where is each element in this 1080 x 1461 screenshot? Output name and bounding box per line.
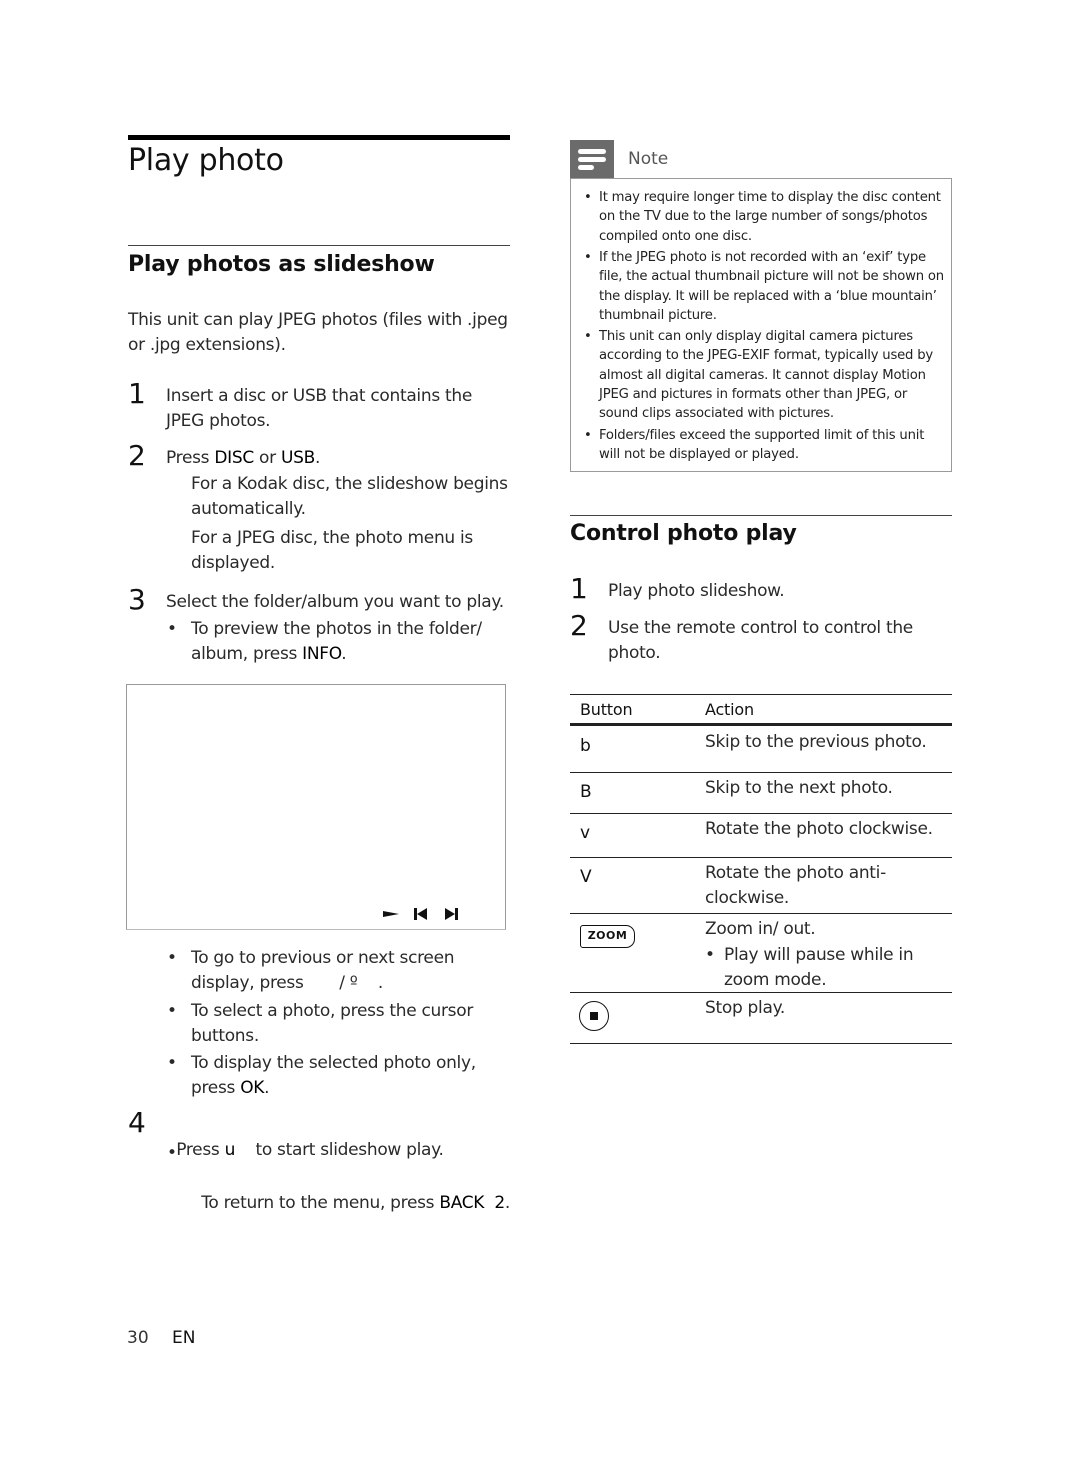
bullet-dot: • — [167, 1001, 177, 1021]
bullet-item: • To go to previous or next screen displ… — [167, 948, 460, 993]
page-title: Play photo — [128, 143, 284, 178]
disc-key: DISC — [214, 448, 254, 468]
note-item: • If the JPEG photo is not recorded with … — [584, 250, 944, 323]
action-bullet: • Play will pause while in zoom mode. — [705, 945, 914, 990]
table-header-action: Action — [705, 700, 754, 719]
action-text: Skip to the next photo. — [705, 778, 893, 798]
note-label: Note — [628, 149, 669, 169]
button-rotate-cw: v — [580, 823, 591, 843]
note-item: • Folders/files exceed the supported limi… — [584, 428, 925, 463]
bullet-dot: • — [167, 1053, 177, 1073]
step-text: Insert a disc or USB that contains the J… — [166, 386, 472, 431]
action-text: Stop play. — [705, 998, 786, 1018]
bullet-dot: • — [167, 619, 177, 639]
bullet-dot: • — [167, 1143, 177, 1163]
page-number: 30 — [127, 1328, 149, 1348]
section-title-control: Control photo play — [570, 521, 797, 546]
action-text: Zoom in/ out. — [705, 919, 816, 939]
section-title-slideshow: Play photos as slideshow — [128, 252, 435, 277]
step-number: 2 — [570, 609, 588, 642]
step-number: 4 — [128, 1106, 146, 1139]
bullet-item: • To preview the photos in the folder/ a… — [167, 619, 482, 664]
title-rule — [128, 135, 510, 140]
intro-paragraph: This unit can play JPEG photos (files wi… — [128, 310, 508, 355]
bullet-dot: • — [167, 948, 177, 968]
ok-key: OK — [240, 1078, 265, 1098]
next-icon — [445, 908, 458, 920]
bullet-item: • To return to the menu, press BACK 2. — [167, 1143, 510, 1213]
note-item: • This unit can only display digital came… — [584, 329, 933, 422]
step-number: 3 — [128, 583, 146, 616]
step-number: 1 — [128, 377, 146, 410]
step-number: 1 — [570, 572, 588, 605]
section-rule — [570, 515, 952, 516]
info-key: INFO — [302, 644, 342, 664]
step-text-pre: Press — [166, 448, 215, 468]
play-icon — [383, 911, 399, 917]
section-rule — [128, 245, 510, 246]
button-previous: b — [580, 736, 591, 756]
bullet-item: • To select a photo, press the cursor bu… — [167, 1001, 474, 1046]
step-text: Press DISC or USB. — [166, 446, 511, 471]
button-rotate-ccw: V — [580, 867, 592, 887]
photo-preview-screen — [126, 684, 506, 930]
step-number: 2 — [128, 439, 146, 472]
step-text: Use the remote control to control the ph… — [608, 618, 913, 663]
step-text: Select the folder/album you want to play… — [166, 592, 504, 612]
action-text: Skip to the previous photo. — [705, 732, 927, 752]
stop-icon — [579, 1001, 609, 1031]
step-text: Play photo slideshow. — [608, 581, 785, 601]
step-sub-text: For a JPEG disc, the photo menu is displ… — [191, 528, 473, 573]
back-key: BACK 2 — [439, 1193, 505, 1213]
zoom-key-icon: ZOOM — [580, 925, 635, 948]
step-text-mid: or — [253, 448, 281, 468]
bullet-item: • To display the selected photo only, pr… — [167, 1053, 476, 1098]
action-text: Rotate the photo clockwise. — [705, 819, 933, 839]
step-sub-text: For a Kodak disc, the slideshow begins a… — [191, 474, 508, 519]
note-icon — [570, 140, 614, 178]
table-header-button: Button — [580, 700, 633, 719]
action-text: Rotate the photo anti-clockwise. — [705, 863, 886, 908]
note-box: • It may require longer time to display t… — [570, 178, 952, 472]
note-item: • It may require longer time to display t… — [584, 190, 941, 244]
step-text-post: . — [314, 448, 321, 468]
language-code: EN — [172, 1328, 196, 1348]
preview-controls — [383, 907, 459, 921]
usb-key: USB — [280, 448, 315, 468]
button-next: B — [580, 782, 592, 802]
previous-icon — [414, 908, 427, 920]
